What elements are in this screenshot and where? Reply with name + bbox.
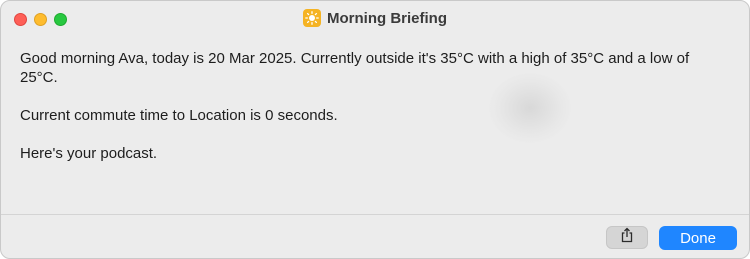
briefing-window: Morning Briefing Good morning Ava, today… [0, 0, 750, 259]
share-button[interactable] [606, 226, 648, 249]
commute-text: Current commute time to Location is 0 se… [20, 107, 338, 124]
briefing-message: Good morning Ava, today is 20 Mar 2025. … [20, 49, 720, 182]
done-button[interactable]: Done [659, 226, 737, 250]
greeting-weather-text: Good morning Ava, today is 20 Mar 2025. … [20, 50, 690, 86]
window-title: Morning Briefing [327, 9, 447, 27]
sun-icon [303, 9, 321, 27]
footer-divider [1, 214, 749, 215]
podcast-text: Here's your podcast. [20, 145, 158, 162]
share-icon [620, 227, 634, 248]
title-group: Morning Briefing [1, 9, 749, 27]
title-bar: Morning Briefing [1, 1, 749, 37]
